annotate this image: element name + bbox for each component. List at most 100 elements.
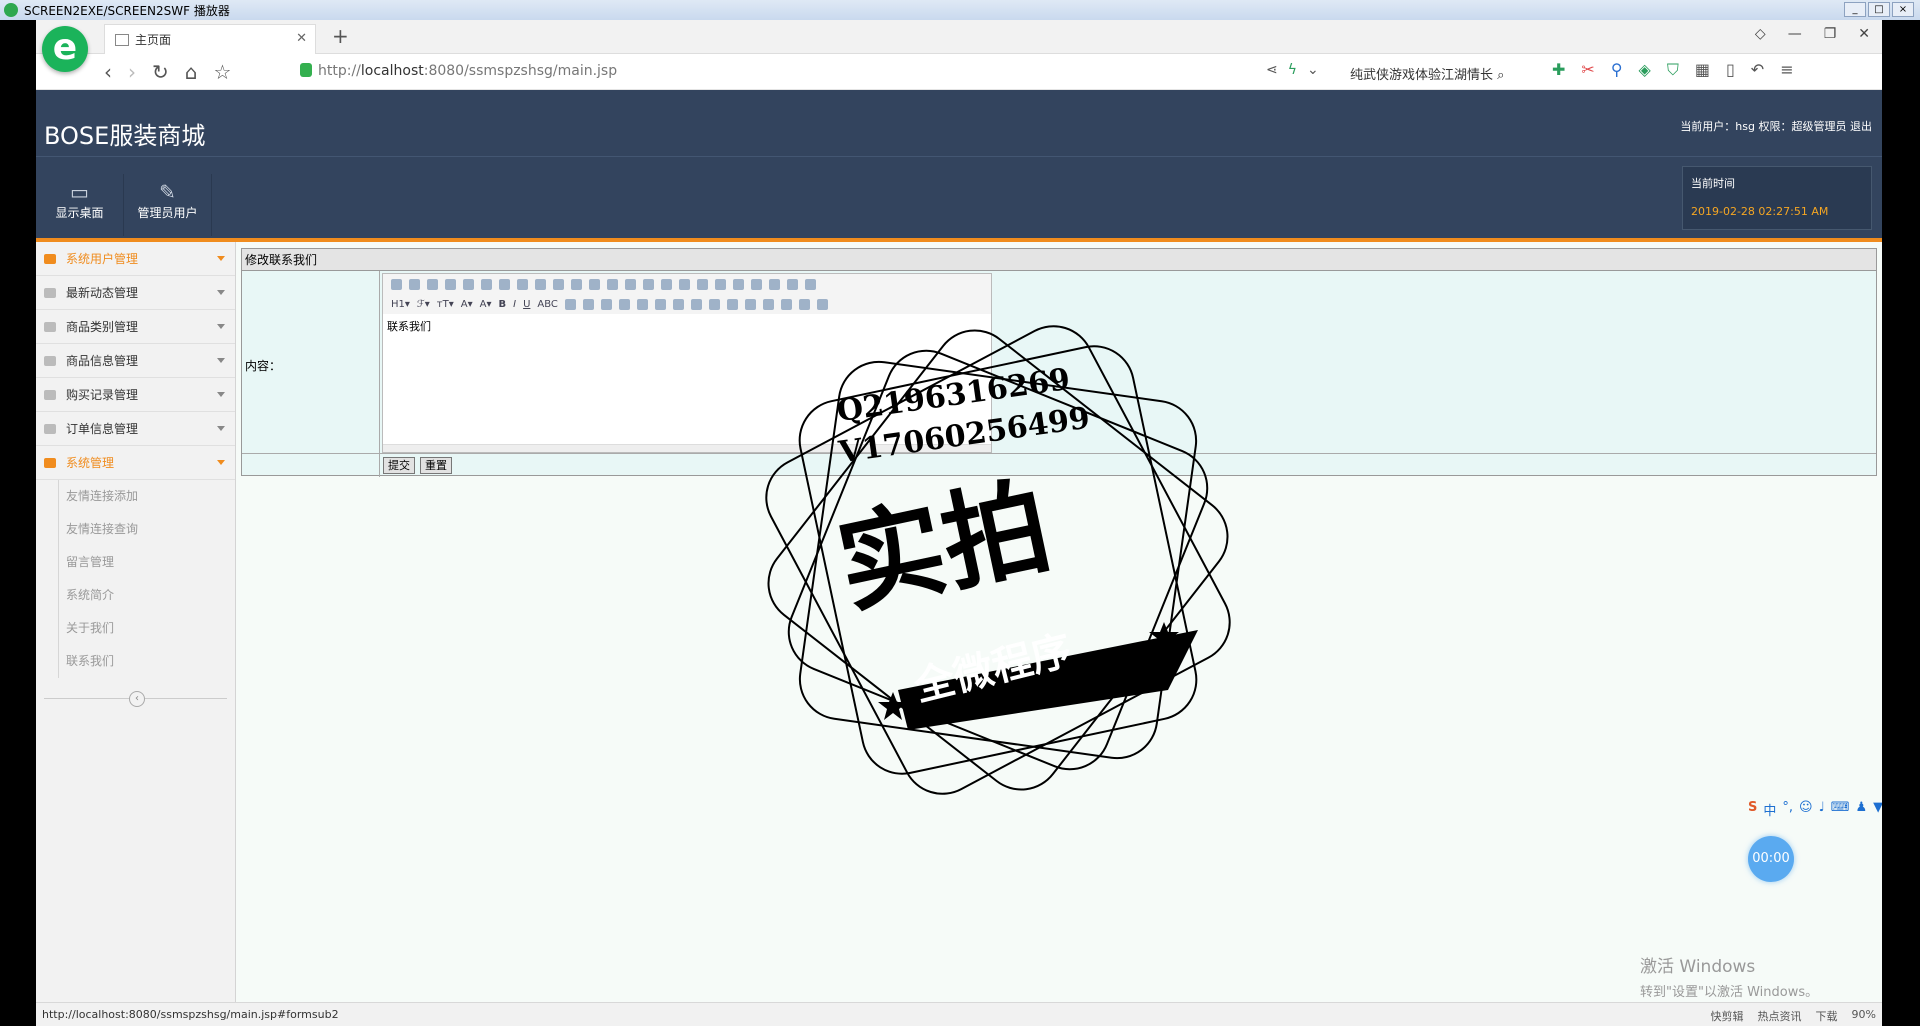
share-icon[interactable]: ⋖ — [1266, 62, 1278, 78]
copy-icon[interactable] — [517, 278, 528, 290]
timer-button[interactable]: 00:00 — [1748, 836, 1794, 882]
clear-format-icon[interactable] — [769, 278, 780, 290]
collapse-left-icon[interactable]: ‹ — [129, 691, 145, 707]
translate-icon[interactable]: ✚ — [1552, 60, 1565, 80]
tab-close-icon[interactable]: ✕ — [296, 31, 307, 46]
skin-icon[interactable]: ♟ — [1856, 800, 1868, 819]
indent-icon[interactable] — [697, 278, 708, 290]
sidebar-item-orders[interactable]: 订单信息管理 — [36, 412, 235, 446]
emoticon-icon[interactable] — [708, 298, 720, 310]
paste-icon[interactable] — [535, 278, 546, 290]
unordered-list-icon[interactable] — [679, 278, 690, 290]
user-info[interactable]: 当前用户：hsg 权限：超级管理员 退出 — [1680, 118, 1872, 134]
sidebar-subitem-messages[interactable]: 留言管理 — [36, 546, 235, 579]
undo-icon[interactable]: ↶ — [1751, 60, 1764, 80]
gamepad-icon[interactable]: ◈ — [1639, 60, 1651, 80]
file-icon[interactable] — [672, 298, 684, 310]
page-break-icon[interactable] — [744, 298, 756, 310]
phone-icon[interactable]: ▯ — [1726, 60, 1735, 80]
sidebar-subitem-contact[interactable]: 联系我们 — [36, 645, 235, 678]
keyboard-icon[interactable]: ⌨ — [1831, 800, 1850, 819]
ime-mode[interactable]: 中 — [1763, 800, 1776, 819]
select-all-icon[interactable] — [787, 278, 798, 290]
cut-icon[interactable] — [499, 278, 510, 290]
submit-button[interactable]: 提交 — [383, 457, 415, 474]
sidebar-item-products[interactable]: 商品信息管理 — [36, 344, 235, 378]
minimize-button[interactable]: _ — [1844, 2, 1866, 17]
apps-icon[interactable]: ▦ — [1695, 60, 1710, 80]
italic-icon[interactable]: I — [513, 299, 516, 310]
scissors-icon[interactable]: ✂ — [1581, 60, 1594, 80]
subscript-icon[interactable] — [733, 278, 744, 290]
align-left-icon[interactable] — [589, 278, 600, 290]
flash-icon[interactable] — [636, 298, 648, 310]
image-icon[interactable] — [600, 298, 612, 310]
close-icon[interactable]: ✕ — [1858, 26, 1870, 42]
anchor-icon[interactable] — [762, 298, 774, 310]
superscript-icon[interactable] — [751, 278, 762, 290]
highlight-icon[interactable]: A▾ — [480, 299, 492, 310]
magnifier-icon[interactable]: ⚲ — [1611, 60, 1623, 80]
link-icon[interactable] — [780, 298, 792, 310]
template-icon[interactable] — [481, 278, 492, 290]
align-right-icon[interactable] — [625, 278, 636, 290]
shirt-icon[interactable]: ▼ — [1873, 800, 1882, 819]
sidebar-item-categories[interactable]: 商品类别管理 — [36, 310, 235, 344]
download-button[interactable]: 下载 — [1816, 1008, 1838, 1024]
multi-image-icon[interactable] — [618, 298, 630, 310]
help-icon[interactable] — [816, 298, 828, 310]
shield-icon[interactable]: ⛉ — [1667, 60, 1679, 80]
hr-icon[interactable] — [690, 298, 702, 310]
home-icon[interactable]: ⌂ — [185, 60, 198, 84]
mic-icon[interactable]: ♩ — [1819, 800, 1825, 819]
sidebar-item-purchases[interactable]: 购买记录管理 — [36, 378, 235, 412]
sidebar-subitem-intro[interactable]: 系统简介 — [36, 579, 235, 612]
url-field[interactable]: http://localhost:8080/ssmspzshsg/main.js… — [300, 63, 617, 79]
lightning-icon[interactable]: ϟ — [1288, 62, 1297, 78]
sogou-icon[interactable]: S — [1748, 800, 1757, 819]
table-icon[interactable] — [564, 298, 576, 310]
punctuation-icon[interactable]: °, — [1782, 800, 1793, 819]
undo-icon[interactable] — [409, 278, 420, 290]
sidebar-item-system[interactable]: 系统管理 — [36, 446, 235, 480]
outdent-icon[interactable] — [715, 278, 726, 290]
admin-user-button[interactable]: ✎ 管理员用户 — [124, 174, 212, 236]
dropdown-icon[interactable]: ⌄ — [1307, 62, 1319, 78]
justify-icon[interactable] — [643, 278, 654, 290]
skin-icon[interactable]: ◇ — [1755, 26, 1766, 42]
paste-word-icon[interactable] — [571, 278, 582, 290]
font-family-icon[interactable]: ℱ▾ — [417, 299, 430, 310]
font-size-icon[interactable]: тT▾ — [437, 299, 454, 310]
sidebar-item-news[interactable]: 最新动态管理 — [36, 276, 235, 310]
heading-icon[interactable]: H1▾ — [391, 299, 410, 310]
sidebar-subitem-link-query[interactable]: 友情连接查询 — [36, 513, 235, 546]
restore-icon[interactable]: ❐ — [1824, 26, 1837, 42]
eraser-icon[interactable] — [582, 298, 594, 310]
ordered-list-icon[interactable] — [661, 278, 672, 290]
refresh-icon[interactable]: ↻ — [152, 60, 169, 84]
reset-button[interactable]: 重置 — [420, 457, 452, 474]
menu-icon[interactable]: ≡ — [1780, 60, 1793, 80]
maximize-button[interactable]: □ — [1868, 2, 1890, 17]
forward-icon[interactable]: › — [128, 60, 136, 84]
unlink-icon[interactable] — [798, 298, 810, 310]
print-icon[interactable] — [463, 278, 474, 290]
minimize-icon[interactable]: — — [1788, 26, 1802, 42]
new-tab-button[interactable]: + — [332, 24, 349, 48]
fullscreen-icon[interactable] — [805, 278, 816, 290]
show-desktop-button[interactable]: ▭ 显示桌面 — [36, 174, 124, 236]
media-icon[interactable] — [654, 298, 666, 310]
close-button[interactable]: × — [1892, 2, 1914, 17]
quick-cut-button[interactable]: 快剪辑 — [1711, 1008, 1744, 1024]
paste-text-icon[interactable] — [553, 278, 564, 290]
underline-icon[interactable]: U — [523, 299, 530, 310]
strike-icon[interactable]: ABC — [537, 299, 558, 310]
align-center-icon[interactable] — [607, 278, 618, 290]
preview-icon[interactable] — [445, 278, 456, 290]
redo-icon[interactable] — [427, 278, 438, 290]
hot-news-button[interactable]: 热点资讯 — [1758, 1008, 1802, 1024]
map-icon[interactable] — [726, 298, 738, 310]
back-icon[interactable]: ‹ — [104, 60, 112, 84]
bold-icon[interactable]: B — [499, 299, 507, 310]
sidebar-subitem-about[interactable]: 关于我们 — [36, 612, 235, 645]
